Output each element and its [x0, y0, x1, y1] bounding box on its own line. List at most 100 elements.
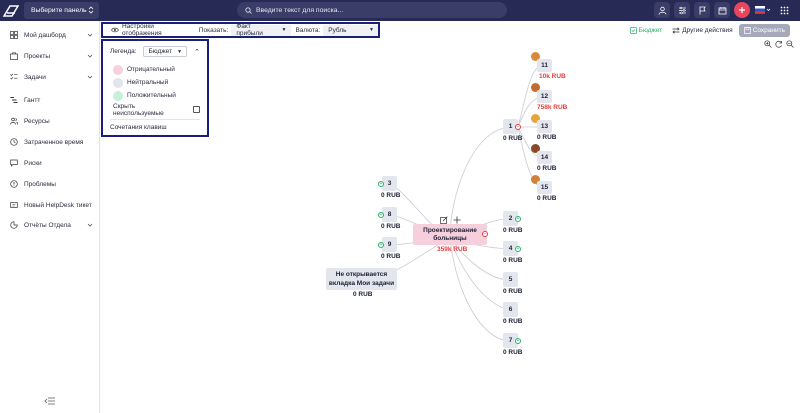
sidebar-item-resources[interactable]: Ресурсы — [0, 114, 100, 128]
mindmap-node[interactable]: 6 — [503, 302, 518, 317]
sidebar-item-label: Отчёты Отдела — [24, 221, 71, 229]
flag-outline-icon[interactable] — [694, 2, 710, 18]
briefcase-icon — [10, 52, 18, 60]
mindmap-node[interactable]: 15 — [537, 181, 552, 194]
chevron-up-icon[interactable]: ⌃ — [194, 48, 200, 56]
root-node[interactable]: Проектирование больницы — [413, 224, 487, 245]
refresh-icon[interactable] — [775, 40, 783, 48]
show-label: Показать: — [198, 26, 229, 34]
node-value: 0 RUB — [353, 291, 373, 298]
mindmap-node[interactable]: 12 — [537, 90, 552, 103]
collapse-node-icon[interactable]: − — [482, 231, 488, 237]
plus-icon[interactable] — [734, 2, 750, 18]
node-value: 0 RUB — [537, 134, 557, 141]
mindmap-node[interactable]: 13 — [537, 120, 552, 133]
panel-select[interactable]: Выберите панель — [24, 2, 99, 19]
hide-unused-toggle[interactable]: Скрыть неиспользуемые — [113, 102, 200, 117]
sidebar-item-label: Новый HelpDesk тикет — [24, 201, 92, 209]
sidebar-item-gantt[interactable]: Гантт — [0, 93, 100, 107]
mindmap-node[interactable]: 8 — [382, 207, 397, 222]
caret-down-icon: ▼ — [369, 27, 374, 33]
mindmap-node[interactable]: 5 — [503, 272, 518, 287]
calendar-icon[interactable] — [714, 2, 730, 18]
display-settings-button[interactable]: Настройки отображения — [103, 23, 195, 37]
legend-item-negative: Отрицательный — [113, 64, 200, 75]
sidebar-item-risks[interactable]: Риски — [0, 156, 100, 170]
edit-icon[interactable] — [440, 216, 448, 224]
collapse-node-icon[interactable]: − — [515, 124, 521, 130]
sidebar-item-dept-reports[interactable]: Отчёты Отдела — [0, 218, 100, 232]
chevron-updown-icon — [88, 6, 94, 14]
gantt-icon — [10, 96, 18, 104]
hide-unused-label: Скрыть неиспользуемые — [113, 102, 164, 117]
node-value: 0 RUB — [503, 318, 523, 325]
caret-down-icon: ▼ — [177, 48, 183, 55]
warning-circle-icon — [10, 180, 18, 188]
collapse-sidebar-icon[interactable] — [44, 396, 56, 406]
node-label: 15 — [540, 184, 549, 191]
expand-node-icon[interactable]: + — [378, 242, 384, 248]
logo-icon[interactable] — [0, 0, 21, 21]
zoom-in-icon[interactable] — [764, 40, 772, 48]
other-actions-button[interactable]: Другие действия — [672, 27, 733, 34]
currency-select[interactable]: Рубль ▼ — [323, 24, 378, 36]
save-button[interactable]: Сохранить — [738, 23, 790, 37]
chat-icon — [10, 159, 18, 167]
sidebar-item-label: Задачи — [24, 73, 46, 81]
sidebar-item-label: Затраченное время — [24, 138, 84, 146]
other-actions-label: Другие действия — [682, 26, 733, 34]
search-input[interactable]: Введите текст для поиска... — [237, 2, 507, 18]
mindmap-node[interactable]: Не открывается вкладка Мои задачи — [326, 268, 397, 290]
budget-icon — [629, 26, 637, 34]
node-value: 0 RUB — [537, 195, 557, 202]
shortcuts-link[interactable]: Сочетания клавиш — [110, 124, 200, 131]
mindmap-node[interactable]: 11 — [537, 59, 552, 72]
hide-unused-checkbox[interactable] — [193, 106, 200, 113]
sidebar-item-label: Проблемы — [24, 180, 56, 188]
add-node-icon[interactable] — [453, 216, 461, 224]
arrows-icon — [672, 26, 680, 34]
expand-node-icon[interactable]: + — [515, 338, 521, 344]
show-select[interactable]: Факт прибыли ▼ — [231, 23, 292, 37]
sidebar-item-helpdesk[interactable]: Новый HelpDesk тикет — [0, 198, 100, 212]
grid-icon[interactable] — [776, 2, 792, 18]
sidebar-item-label: Мой дашборд — [24, 31, 66, 39]
node-value: 0 RUB — [503, 288, 523, 295]
chevron-down-icon — [87, 223, 93, 227]
sidebar-item-dashboard[interactable]: Мой дашборд — [0, 28, 100, 42]
node-label: 8 — [387, 211, 392, 218]
node-label: 6 — [508, 306, 513, 313]
legend-item-positive: Положительный — [113, 90, 200, 101]
mindmap-node[interactable]: 9 — [382, 237, 397, 252]
legend-select-value: Бюджет — [148, 48, 173, 55]
node-label: 2 — [508, 215, 513, 222]
view-toolbar: Настройки отображения Показать: Факт при… — [101, 22, 380, 38]
expand-node-icon[interactable]: + — [378, 212, 384, 218]
node-value: 0 RUB — [503, 135, 523, 142]
mindmap-node[interactable]: 3 — [382, 176, 397, 191]
expand-node-icon[interactable]: + — [515, 216, 521, 222]
legend-swatch — [113, 90, 123, 101]
node-label: 11 — [541, 62, 548, 69]
legend-swatch — [113, 64, 123, 75]
sidebar-item-problems[interactable]: Проблемы — [0, 177, 100, 191]
mindmap-node[interactable]: 14 — [537, 151, 552, 164]
legend-label: Легенда: — [110, 48, 137, 55]
zoom-out-icon[interactable] — [786, 40, 794, 48]
sidebar-item-time-spent[interactable]: Затраченное время — [0, 135, 100, 149]
user-icon[interactable] — [654, 2, 670, 18]
language-flag-icon[interactable] — [754, 2, 772, 18]
budget-toggle[interactable]: Бюджет — [629, 26, 663, 34]
expand-node-icon[interactable]: + — [378, 181, 384, 187]
sliders-icon[interactable] — [674, 2, 690, 18]
legend-panel: Легенда: Бюджет ▼ ⌃ Отрицательный Нейтра… — [101, 39, 209, 137]
legend-select[interactable]: Бюджет ▼ — [142, 46, 188, 57]
sidebar-item-projects[interactable]: Проекты — [0, 49, 100, 63]
budget-label: Бюджет — [638, 26, 663, 34]
legend-item-label: Положительный — [127, 92, 176, 99]
node-value: 10k RUB — [539, 73, 566, 80]
currency-select-value: Рубль — [328, 26, 347, 34]
expand-node-icon[interactable]: + — [515, 246, 521, 252]
top-bar: Выберите панель Введите текст для поиска… — [0, 0, 800, 21]
sidebar-item-tasks[interactable]: Задачи — [0, 70, 100, 84]
